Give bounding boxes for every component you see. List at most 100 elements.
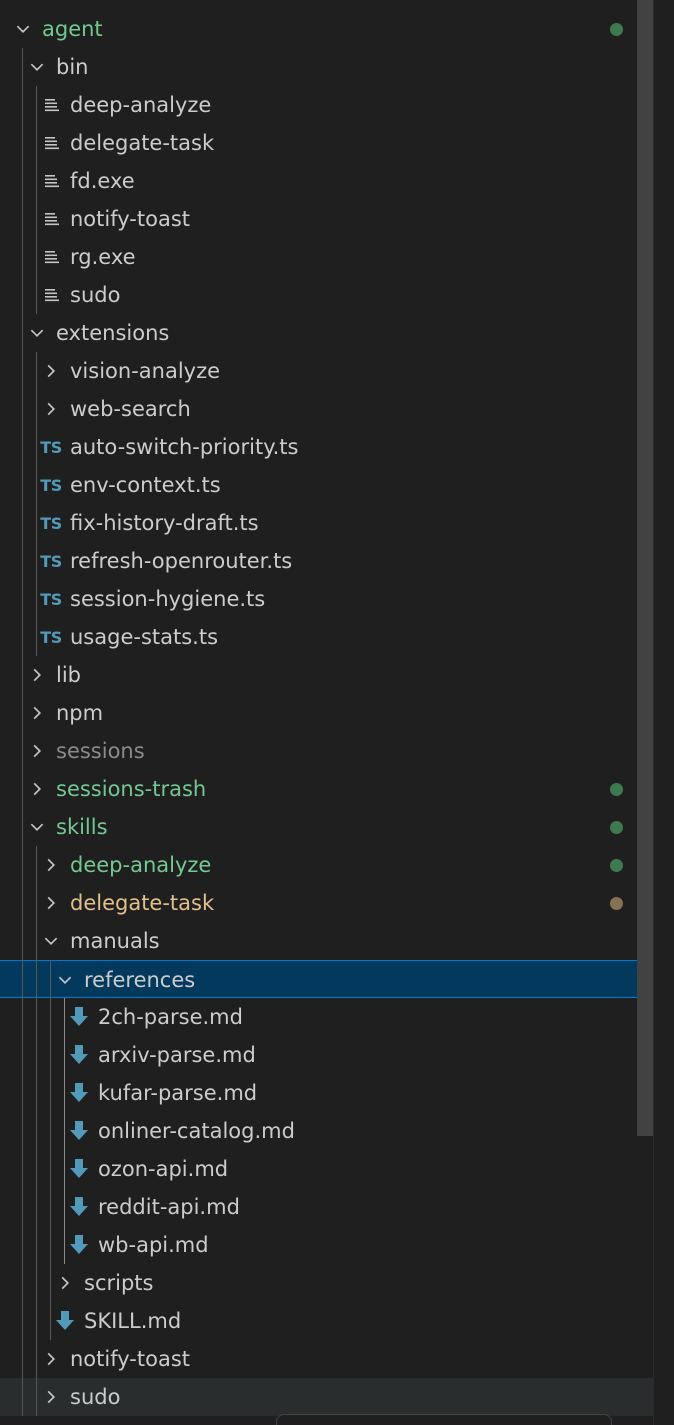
file-lines-icon: [40, 276, 62, 314]
chevron-right-icon[interactable]: [40, 884, 62, 922]
chevron-down-icon[interactable]: [54, 961, 76, 999]
tree-file-row[interactable]: fd.exe: [0, 162, 654, 200]
tree-folder-row[interactable]: delegate-task: [0, 884, 654, 922]
tree-file-row[interactable]: arxiv-parse.md: [0, 1036, 654, 1074]
chevron-down-icon[interactable]: [26, 48, 48, 86]
file-lines-icon: [40, 200, 62, 238]
tree-item-label: agent: [42, 17, 103, 41]
tree-file-row[interactable]: TS usage-stats.ts: [0, 618, 654, 656]
chevron-right-icon[interactable]: [40, 390, 62, 428]
tree-folder-row[interactable]: scripts: [0, 1264, 654, 1302]
chevron-down-icon[interactable]: [12, 10, 34, 48]
tree-folder-row[interactable]: sudo: [0, 1378, 654, 1416]
tree-folder-row[interactable]: deep-analyze: [0, 846, 654, 884]
tree-item-label: rg.exe: [70, 245, 136, 269]
chevron-right-icon[interactable]: [40, 1340, 62, 1378]
tree-folder-row[interactable]: skills: [0, 808, 654, 846]
tree-file-row[interactable]: rg.exe: [0, 238, 654, 276]
chevron-down-icon[interactable]: [40, 922, 62, 960]
tree-item-label: auto-switch-priority.ts: [70, 435, 299, 459]
indent-guide: [50, 960, 51, 1340]
tree-folder-row[interactable]: web-search: [0, 390, 654, 428]
tree-file-row[interactable]: TS auto-switch-priority.ts: [0, 428, 654, 466]
indent-guide: [64, 998, 65, 1264]
tree-folder-row[interactable]: bin: [0, 48, 654, 86]
chevron-right-icon[interactable]: [40, 352, 62, 390]
git-status-dot: [610, 859, 623, 872]
tree-item-label: session-hygiene.ts: [70, 587, 266, 611]
tree-file-row[interactable]: SKILL.md: [0, 1302, 654, 1340]
tree-folder-row[interactable]: references: [0, 960, 654, 998]
chevron-right-icon[interactable]: [40, 1378, 62, 1416]
tree-file-row[interactable]: sudo: [0, 276, 654, 314]
tree-item-label: deep-analyze: [70, 853, 212, 877]
markdown-icon: [68, 1036, 90, 1074]
tree-file-row[interactable]: TS refresh-openrouter.ts: [0, 542, 654, 580]
chevron-down-icon[interactable]: [26, 314, 48, 352]
tree-item-label: vision-analyze: [70, 359, 221, 383]
typescript-icon: TS: [40, 437, 62, 457]
markdown-icon: [68, 1188, 90, 1226]
markdown-icon: [54, 1302, 76, 1340]
typescript-icon: TS: [40, 627, 62, 647]
tree-item-label: kufar-parse.md: [98, 1081, 258, 1105]
tree-folder-row[interactable]: notify-toast: [0, 1340, 654, 1378]
tree-folder-row[interactable]: sessions: [0, 732, 654, 770]
file-explorer-tree: agent bin deep-analyze delegate-task fd.exe n…: [0, 0, 674, 1425]
tree-file-row[interactable]: ozon-api.md: [0, 1150, 654, 1188]
typescript-icon: TS: [40, 551, 62, 571]
typescript-icon: TS: [40, 475, 62, 495]
tree-file-row[interactable]: TS fix-history-draft.ts: [0, 504, 654, 542]
tree-folder-row[interactable]: manuals: [0, 922, 654, 960]
tree-file-row[interactable]: 2ch-parse.md: [0, 998, 654, 1036]
tree-item-label: usage-stats.ts: [70, 625, 219, 649]
tree-item-label: fd.exe: [70, 169, 135, 193]
tree-folder-row[interactable]: extensions: [0, 314, 654, 352]
tree-item-label: wb-api.md: [98, 1233, 209, 1257]
tree-file-row[interactable]: TS env-context.ts: [0, 466, 654, 504]
tree-item-label: web-search: [70, 397, 191, 421]
tree-file-row[interactable]: kufar-parse.md: [0, 1074, 654, 1112]
tree-item-label: delegate-task: [70, 131, 215, 155]
chevron-right-icon[interactable]: [54, 1264, 76, 1302]
chevron-down-icon[interactable]: [26, 808, 48, 846]
chevron-right-icon[interactable]: [26, 770, 48, 808]
vertical-scrollbar-thumb[interactable]: [637, 0, 653, 1136]
tree-item-label: notify-toast: [70, 207, 191, 231]
chevron-right-icon[interactable]: [26, 656, 48, 694]
tree-folder-row[interactable]: agent: [0, 10, 654, 48]
markdown-icon: [68, 1112, 90, 1150]
markdown-icon: [68, 1226, 90, 1264]
tree-file-row[interactable]: onliner-catalog.md: [0, 1112, 654, 1150]
tree-folder-row[interactable]: vision-analyze: [0, 352, 654, 390]
tree-folder-row[interactable]: sessions-trash: [0, 770, 654, 808]
git-status-dot: [610, 821, 623, 834]
bottom-floating-panel[interactable]: [276, 1414, 612, 1425]
indent-guide: [36, 846, 37, 1416]
chevron-right-icon[interactable]: [40, 846, 62, 884]
tree-file-row[interactable]: wb-api.md: [0, 1226, 654, 1264]
tree-file-row[interactable]: notify-toast: [0, 200, 654, 238]
tree-item-label: deep-analyze: [70, 93, 212, 117]
markdown-icon: [68, 1074, 90, 1112]
tree-item-label: ozon-api.md: [98, 1157, 229, 1181]
tree-file-row[interactable]: reddit-api.md: [0, 1188, 654, 1226]
typescript-icon: TS: [40, 589, 62, 609]
chevron-right-icon[interactable]: [26, 694, 48, 732]
tree-item-label: reddit-api.md: [98, 1195, 240, 1219]
file-lines-icon: [40, 124, 62, 162]
tree-item-label: sessions-trash: [56, 777, 207, 801]
tree-item-label: sudo: [70, 283, 121, 307]
tree-file-row[interactable]: TS session-hygiene.ts: [0, 580, 654, 618]
tree-folder-row[interactable]: lib: [0, 656, 654, 694]
tree-folder-row[interactable]: npm: [0, 694, 654, 732]
markdown-icon: [68, 1150, 90, 1188]
file-lines-icon: [40, 86, 62, 124]
tree-item-label: sudo: [70, 1385, 121, 1409]
tree-item-label: notify-toast: [70, 1347, 191, 1371]
tree-file-row[interactable]: deep-analyze: [0, 86, 654, 124]
tree-file-row[interactable]: delegate-task: [0, 124, 654, 162]
chevron-right-icon[interactable]: [26, 732, 48, 770]
tree-item-label: manuals: [70, 929, 160, 953]
tree-item-label: skills: [56, 815, 108, 839]
